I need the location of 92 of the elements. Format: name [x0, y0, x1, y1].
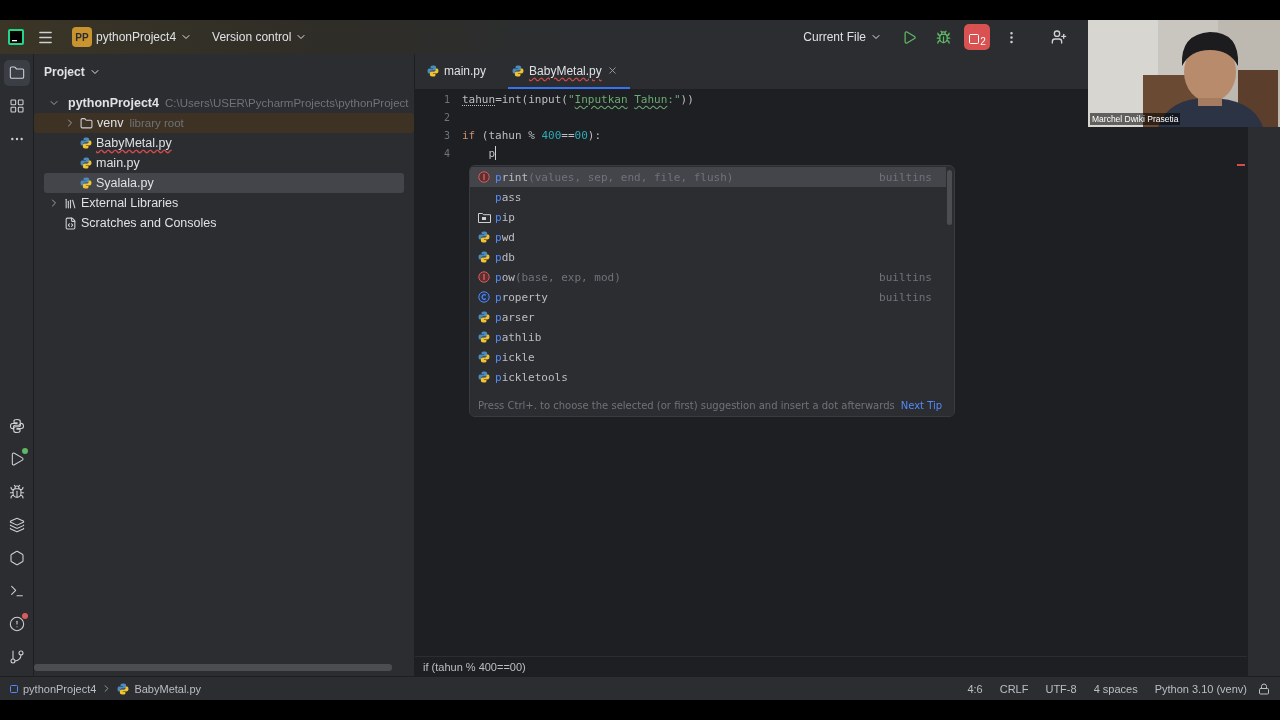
python-file-icon — [80, 177, 92, 189]
file-name: pythonProject4 — [68, 96, 159, 112]
next-tip-link[interactable]: Next Tip — [900, 399, 943, 411]
tree-item[interactable]: main.py — [44, 153, 404, 173]
scratches-icon — [64, 216, 77, 230]
module-icon — [10, 684, 18, 693]
terminal-icon — [8, 583, 25, 599]
git-icon — [8, 649, 25, 665]
tree-item[interactable]: Scratches and Consoles — [44, 213, 404, 233]
tab-label: BabyMetal.py — [529, 63, 602, 80]
editor-tab[interactable]: BabyMetal.py — [508, 54, 630, 89]
completion-item[interactable]: pow(base, exp, mod) builtins — [470, 267, 946, 287]
completion-item[interactable]: pathlib — [470, 327, 946, 347]
path-hint: C:\Users\USER\PycharmProjects\pythonProject — [165, 97, 409, 109]
status-item[interactable]: UTF-8 — [1039, 682, 1083, 695]
breadcrumb-item[interactable]: pythonProject4 — [23, 682, 97, 695]
error-marker — [1237, 164, 1245, 166]
python-file-icon — [478, 311, 490, 323]
python-file-icon — [427, 64, 439, 77]
stop-button[interactable]: 2 — [964, 24, 990, 50]
python-file-icon — [478, 251, 490, 263]
python-file-icon — [117, 682, 130, 695]
layers-icon — [8, 517, 25, 533]
close-icon[interactable] — [606, 65, 618, 76]
function-icon — [478, 171, 490, 183]
path-hint: library root — [129, 117, 184, 129]
folder-icon — [80, 116, 93, 130]
python-file-icon — [478, 231, 490, 243]
line-number: 2 — [442, 111, 450, 123]
completion-item[interactable]: property builtins — [470, 287, 946, 307]
app-logo-icon[interactable] — [8, 29, 24, 45]
python-file-icon — [478, 351, 490, 363]
file-name: Syalala.py — [96, 176, 154, 192]
tree-item[interactable]: BabyMetal.py — [44, 133, 404, 153]
library-icon — [64, 196, 77, 210]
python-file-icon — [80, 137, 92, 149]
tree-item[interactable]: External Libraries — [44, 193, 404, 213]
class-icon — [478, 291, 490, 303]
completion-item[interactable]: parser — [470, 307, 946, 327]
file-name: main.py — [96, 156, 140, 172]
run-icon — [901, 29, 917, 45]
status-item[interactable]: 4 spaces — [1087, 682, 1144, 695]
line-number: 1 — [442, 93, 450, 105]
stop-icon — [968, 33, 981, 45]
scrollbar[interactable] — [947, 170, 952, 225]
editor-tab[interactable]: main.py — [423, 54, 499, 89]
folder-icon — [8, 65, 25, 81]
panel-title[interactable]: Project — [44, 65, 101, 79]
package-icon — [478, 211, 491, 223]
python-file-icon — [80, 157, 92, 169]
completion-item[interactable]: pickle — [470, 347, 946, 367]
participant-name: Marchel Dwiki Prasetia — [1090, 113, 1181, 125]
completion-item[interactable]: pdb — [470, 247, 946, 267]
code-breadcrumb[interactable]: if (tahun % 400==00) — [423, 660, 526, 673]
status-item[interactable]: Python 3.10 (venv) — [1148, 682, 1253, 695]
code-line: if (tahun % 400==00): — [462, 128, 602, 142]
python-file-icon — [478, 331, 490, 343]
tab-label: main.py — [444, 63, 487, 80]
completion-item[interactable]: pickletools — [470, 367, 946, 387]
completion-item[interactable]: pip — [470, 207, 946, 227]
line-number: 4 — [442, 147, 450, 159]
structure-icon — [8, 98, 25, 114]
debug-icon — [935, 29, 951, 45]
lock-icon[interactable] — [1258, 682, 1270, 695]
tree-item[interactable]: Syalala.py — [44, 173, 404, 193]
status-item[interactable]: CRLF — [993, 682, 1035, 695]
run-config-dropdown[interactable]: Current File — [797, 26, 888, 48]
completion-item[interactable]: pwd — [470, 227, 946, 247]
line-number: 3 — [442, 129, 450, 141]
python-console-icon — [8, 418, 25, 434]
function-icon — [478, 271, 490, 283]
tip-text: Press Ctrl+. to choose the selected (or first) suggestion and insert a dot afterwards — [478, 399, 895, 411]
tree-item[interactable]: venv library root — [34, 113, 414, 133]
file-name: BabyMetal.py — [96, 136, 172, 152]
python-file-icon — [478, 371, 490, 383]
file-name: External Libraries — [81, 196, 179, 212]
completion-item[interactable]: pass — [470, 187, 946, 207]
code-line: p — [487, 146, 496, 160]
code-line: tahun=int(input("Inputkan Tahun:")) — [462, 92, 694, 106]
services-icon — [8, 550, 25, 566]
vcs-dropdown[interactable]: Version control — [206, 26, 314, 48]
problems-icon — [8, 616, 25, 632]
status-item[interactable]: 4:6 — [961, 682, 989, 695]
python-file-icon — [512, 64, 525, 77]
project-badge: PP — [72, 27, 92, 47]
tool-window-button[interactable] — [3, 60, 30, 86]
debug-icon — [8, 484, 25, 500]
file-name: Scratches and Consoles — [81, 216, 217, 232]
scrollbar[interactable] — [34, 664, 392, 671]
file-name: venv — [97, 116, 124, 132]
project-dropdown[interactable]: PP pythonProject4 — [66, 23, 199, 51]
breadcrumb-item[interactable]: BabyMetal.py — [134, 682, 202, 695]
